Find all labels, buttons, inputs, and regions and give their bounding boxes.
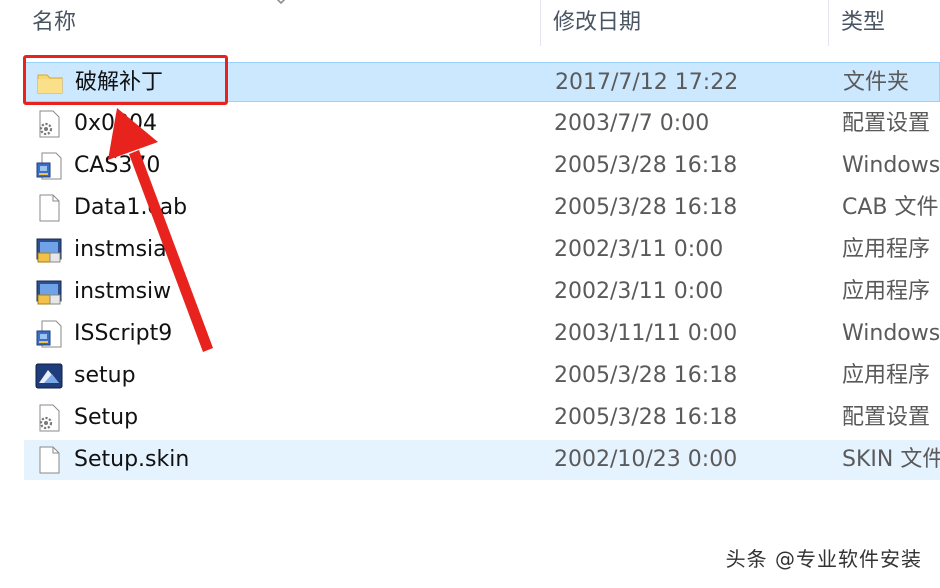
file-row[interactable]: instmsia 2002/3/11 0:00 应用程序 — [24, 230, 940, 270]
file-row[interactable]: instmsiw 2002/3/11 0:00 应用程序 — [24, 272, 940, 312]
file-row[interactable]: Setup.skin 2002/10/23 0:00 SKIN 文件 — [24, 440, 940, 480]
settings-file-icon — [39, 404, 60, 432]
file-date: 2003/7/7 0:00 — [554, 111, 710, 136]
file-type: 配置设置 — [842, 405, 931, 430]
file-type: Windows — [842, 321, 940, 346]
file-row[interactable]: Data1.cab 2005/3/28 16:18 CAB 文件 — [24, 188, 940, 228]
file-name: ISScript9 — [74, 321, 173, 346]
file-name: setup — [74, 363, 136, 388]
file-date: 2005/3/28 16:18 — [554, 363, 738, 388]
file-type: 配置设置 — [842, 111, 931, 136]
file-name: Setup — [74, 405, 139, 430]
file-name: instmsiw — [74, 279, 172, 304]
setup-app-icon — [35, 363, 63, 389]
file-type: SKIN 文件 — [842, 447, 940, 472]
file-name: Setup.skin — [74, 447, 190, 472]
file-type: 应用程序 — [842, 279, 931, 304]
file-type: 文件夹 — [843, 70, 910, 95]
file-name: 0x0804 — [74, 111, 158, 136]
column-header-date[interactable]: 修改日期 — [545, 6, 823, 40]
file-date: 2002/3/11 0:00 — [554, 237, 724, 262]
settings-file-icon — [39, 110, 60, 138]
file-row[interactable]: setup 2005/3/28 16:18 应用程序 — [24, 356, 940, 396]
msi-installer-icon — [36, 280, 62, 305]
annotation-highlight-box — [23, 55, 228, 105]
file-type: 应用程序 — [842, 363, 931, 388]
file-row[interactable]: ISScript9 2003/11/11 0:00 Windows — [24, 314, 940, 354]
file-date: 2005/3/28 16:18 — [554, 195, 738, 220]
file-date: 2005/3/28 16:18 — [554, 405, 738, 430]
column-divider[interactable] — [540, 0, 541, 46]
installer-package-icon — [36, 152, 62, 180]
watermark-text: 头条 @专业软件安装 — [721, 541, 926, 574]
file-row[interactable]: CAS370 2005/3/28 16:18 Windows — [24, 146, 940, 186]
file-type: CAB 文件 — [842, 195, 939, 220]
column-header-date-label: 修改日期 — [553, 10, 642, 35]
file-name: instmsia — [74, 237, 167, 262]
file-date: 2003/11/11 0:00 — [554, 321, 738, 346]
file-name: Data1.cab — [74, 195, 188, 220]
column-header-name[interactable]: 名称 — [24, 6, 532, 40]
file-row[interactable]: Setup 2005/3/28 16:18 配置设置 — [24, 398, 940, 438]
file-date: 2017/7/12 17:22 — [555, 70, 739, 95]
file-type: 应用程序 — [842, 237, 931, 262]
file-row[interactable]: 0x0804 2003/7/7 0:00 配置设置 — [24, 104, 940, 144]
file-date: 2002/10/23 0:00 — [554, 447, 738, 472]
sort-caret-icon — [276, 0, 286, 5]
blank-file-icon — [39, 446, 60, 474]
blank-file-icon — [39, 194, 60, 222]
column-header-name-label: 名称 — [32, 10, 77, 35]
file-date: 2005/3/28 16:18 — [554, 153, 738, 178]
file-type: Windows — [842, 153, 940, 178]
column-divider[interactable] — [828, 0, 829, 46]
column-header-bar: 名称 修改日期 类型 — [0, 0, 940, 46]
column-header-type-label: 类型 — [841, 10, 886, 35]
msi-installer-icon — [36, 238, 62, 263]
column-header-type[interactable]: 类型 — [833, 6, 940, 40]
installer-package-icon — [36, 320, 62, 348]
file-date: 2002/3/11 0:00 — [554, 279, 724, 304]
file-name: CAS370 — [74, 153, 161, 178]
